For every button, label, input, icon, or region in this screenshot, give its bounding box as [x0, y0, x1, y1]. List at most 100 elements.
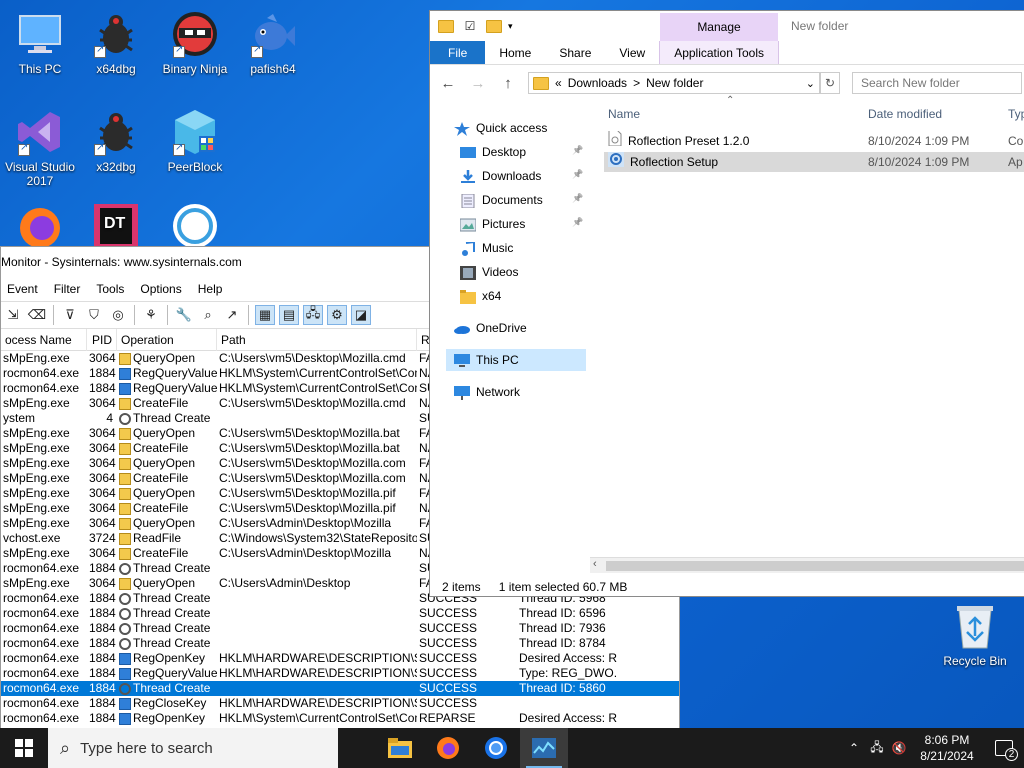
scroll-thumb[interactable] — [606, 561, 1024, 571]
autoscroll-icon[interactable]: ⇲ — [3, 305, 23, 325]
find-icon[interactable]: ⌕ — [198, 305, 218, 325]
taskbar-firefox[interactable] — [424, 728, 472, 768]
operation-text: QueryOpen — [133, 486, 196, 500]
list-item[interactable]: Roflection Setup 8/10/2024 1:09 PM Ap — [604, 152, 1024, 172]
desktop-icon-this-pc[interactable]: This PC — [2, 10, 78, 76]
registry-activity-icon[interactable]: ▦ — [255, 305, 275, 325]
target-icon[interactable]: ◎ — [108, 305, 128, 325]
table-row[interactable]: rocmon64.exe 1884 Thread Create SUCCESS Thre… — [1, 606, 679, 621]
profiling-activity-icon[interactable]: ◪ — [351, 305, 371, 325]
tab-share[interactable]: Share — [545, 41, 605, 64]
filter-icon[interactable]: ⊽ — [60, 305, 80, 325]
col-operation[interactable]: Operation — [117, 328, 217, 351]
nav-item-downloads[interactable]: Downloads — [460, 165, 541, 187]
network-icon — [454, 385, 470, 400]
desktop-icon-binary-ninja[interactable]: Binary Ninja — [157, 10, 233, 76]
taskbar-file-explorer[interactable] — [376, 728, 424, 768]
col-name[interactable]: Name — [604, 103, 864, 125]
table-row[interactable]: rocmon64.exe 1884 Thread Create SUCCESS Thre… — [1, 621, 679, 636]
desktop-icon-x64dbg[interactable]: x64dbg — [78, 10, 154, 76]
table-row[interactable]: rocmon64.exe 1884 RegCloseKey HKLM\HARDWARE… — [1, 696, 679, 711]
menu-filter[interactable]: Filter — [54, 282, 81, 296]
qat-dropdown-icon[interactable]: ▾ — [508, 21, 513, 32]
file-activity-icon[interactable]: ▤ — [279, 305, 299, 325]
desktop-icon-x32dbg[interactable]: x32dbg — [78, 108, 154, 174]
table-row[interactable]: rocmon64.exe 1884 RegOpenKey HKLM\System\Cu… — [1, 711, 679, 726]
quick-icon — [454, 121, 470, 136]
network-activity-icon[interactable]: 🖧 — [303, 305, 323, 325]
taskbar-procmon[interactable] — [520, 728, 568, 768]
breadcrumb-overflow[interactable]: « — [555, 76, 562, 90]
process-activity-icon[interactable]: ⚙ — [327, 305, 347, 325]
manage-contextual-tab[interactable]: Manage — [660, 13, 778, 41]
nav-this-pc[interactable]: This PC — [446, 349, 586, 371]
highlight-icon[interactable]: ⛉ — [84, 305, 104, 325]
desktop-icon-pafish64[interactable]: pafish64 — [235, 10, 311, 76]
desktop-icon-recycle-bin[interactable]: Recycle Bin — [940, 602, 1010, 668]
menu-event[interactable]: Event — [7, 282, 38, 296]
nav-item-videos[interactable]: Videos — [460, 261, 518, 283]
table-row[interactable]: rocmon64.exe 1884 Thread Create SUCCESS Thre… — [1, 681, 679, 696]
chevron-down-icon[interactable]: ⌄ — [806, 77, 815, 90]
col-type[interactable]: Typ — [1004, 103, 1024, 125]
horizontal-scrollbar[interactable]: ‹ — [590, 557, 1024, 573]
menu-options[interactable]: Options — [140, 282, 181, 296]
nav-item-documents[interactable]: Documents — [460, 189, 543, 211]
new-folder-icon[interactable] — [486, 19, 502, 33]
taskbar: ⌕ Type here to search ⌃ 🖧 🔇 8:06 PM 8/21… — [0, 728, 1024, 768]
breadcrumb-separator[interactable]: > — [633, 76, 640, 90]
desktop-icon-visual-studio[interactable]: Visual Studio 2017 — [2, 108, 78, 188]
file-op-icon — [119, 472, 131, 485]
menu-tools[interactable]: Tools — [96, 282, 124, 296]
menu-help[interactable]: Help — [198, 282, 223, 296]
nav-onedrive[interactable]: OneDrive — [454, 317, 527, 339]
refresh-icon[interactable]: ↻ — [820, 72, 840, 94]
breadcrumb-new-folder[interactable]: New folder — [646, 76, 703, 90]
address-box[interactable]: « Downloads > New folder ⌄ — [528, 72, 820, 94]
firefox-icon — [16, 202, 64, 250]
nav-quick-access[interactable]: Quick access — [454, 117, 547, 139]
process-tree-icon[interactable]: ⚘ — [141, 305, 161, 325]
tab-file[interactable]: File — [430, 41, 486, 64]
cell-operation: Thread Create — [117, 621, 217, 636]
eraser-icon[interactable]: ⌫ — [27, 305, 47, 325]
network-icon[interactable]: 🖧 — [866, 738, 888, 759]
list-item[interactable]: Roflection Preset 1.2.0 8/10/2024 1:09 PM… — [604, 131, 1024, 151]
back-arrow-icon[interactable]: ← — [438, 75, 458, 92]
nav-item-music[interactable]: Music — [460, 237, 513, 259]
breadcrumb-downloads[interactable]: Downloads — [568, 76, 627, 90]
desktop-icon-peerblock[interactable]: PeerBlock — [157, 108, 233, 174]
taskbar-chrome[interactable] — [472, 728, 520, 768]
tab-application-tools[interactable]: Application Tools — [659, 41, 780, 64]
forward-arrow-icon[interactable]: → — [468, 75, 488, 92]
notification-center[interactable]: 2 — [984, 728, 1024, 768]
wrench-icon[interactable]: 🔧 — [174, 305, 194, 325]
start-button[interactable] — [0, 728, 48, 768]
tab-home[interactable]: Home — [485, 41, 545, 64]
table-row[interactable]: rocmon64.exe 1884 RegOpenKey HKLM\HARDWARE\… — [1, 651, 679, 666]
chevron-up-icon[interactable]: ⌃ — [842, 741, 866, 755]
col-date-modified[interactable]: Date modified — [864, 103, 1004, 125]
nav-network[interactable]: Network — [454, 381, 520, 403]
operation-text: CreateFile — [133, 441, 189, 455]
col-pid[interactable]: PID — [87, 328, 117, 351]
nav-item-x64[interactable]: x64 — [460, 285, 501, 307]
table-row[interactable]: rocmon64.exe 1884 Thread Create SUCCESS Thre… — [1, 636, 679, 651]
jump-icon[interactable]: ↗ — [222, 305, 242, 325]
nav-item-pictures[interactable]: Pictures — [459, 213, 525, 235]
col-process-name[interactable]: ocess Name — [1, 328, 87, 351]
up-arrow-icon[interactable]: ↑ — [498, 75, 518, 92]
taskbar-search[interactable]: ⌕ Type here to search — [48, 728, 338, 768]
col-path[interactable]: Path — [217, 328, 417, 351]
clock[interactable]: 8:06 PM 8/21/2024 — [910, 732, 984, 764]
volume-muted-icon[interactable]: 🔇 — [888, 741, 910, 755]
file-type: Co — [1008, 134, 1024, 148]
search-input[interactable]: Search New folder — [852, 72, 1022, 94]
windows-logo-icon — [15, 739, 33, 757]
scroll-left-icon[interactable]: ‹ — [593, 558, 597, 570]
tab-view[interactable]: View — [605, 41, 659, 64]
cell-pid: 1884 — [89, 366, 116, 380]
nav-item-desktop[interactable]: Desktop — [460, 141, 526, 163]
table-row[interactable]: rocmon64.exe 1884 RegQueryValue HKLM\HARDWA… — [1, 666, 679, 681]
properties-icon[interactable]: ☑ — [460, 16, 480, 36]
